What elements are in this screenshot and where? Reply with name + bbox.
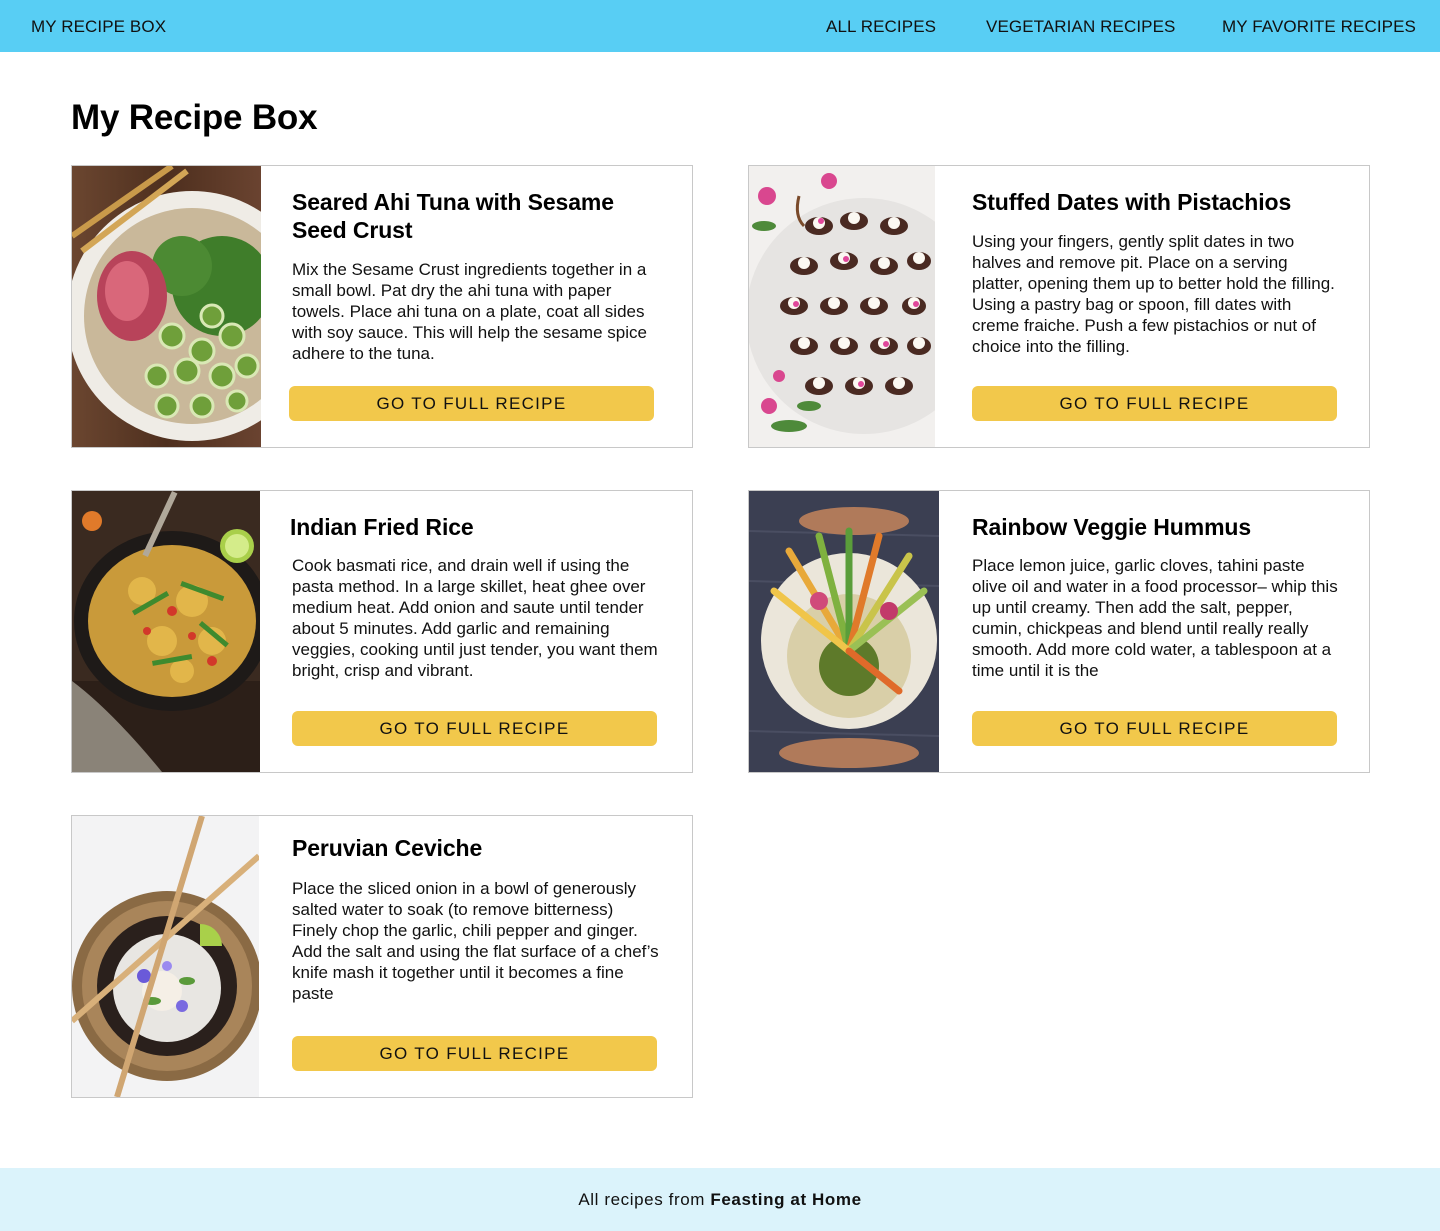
footer-prefix-text: All recipes from [578, 1190, 711, 1209]
recipe-card: Peruvian Ceviche Place the sliced onion … [71, 815, 693, 1098]
recipe-image-peruvian-ceviche [72, 816, 259, 1097]
recipe-card: Rainbow Veggie Hummus Place lemon juice,… [748, 490, 1370, 773]
top-navbar: MY RECIPE BOX ALL RECIPES VEGETARIAN REC… [0, 0, 1440, 52]
recipe-card: Indian Fried Rice Cook basmati rice, and… [71, 490, 693, 773]
recipe-description: Mix the Sesame Crust ingredients togethe… [292, 260, 647, 363]
recipe-card: Seared Ahi Tuna with Sesame Seed Crust M… [71, 165, 693, 448]
recipe-card: Stuffed Dates with Pistachios Using your… [748, 165, 1370, 448]
page-title: My Recipe Box [71, 98, 318, 137]
nav-link-vegetarian-recipes[interactable]: VEGETARIAN RECIPES [986, 0, 1175, 52]
footer-source-link[interactable]: Feasting at Home [710, 1190, 861, 1209]
recipe-image-stuffed-dates [749, 166, 935, 447]
go-to-full-recipe-button[interactable]: GO TO FULL RECIPE [289, 386, 654, 421]
nav-link-my-favorite-recipes[interactable]: MY FAVORITE RECIPES [1222, 0, 1416, 52]
go-to-full-recipe-button[interactable]: GO TO FULL RECIPE [292, 1036, 657, 1071]
recipe-image-ahi-tuna [72, 166, 261, 447]
recipe-description: Using your fingers, gently split dates i… [972, 232, 1335, 356]
recipe-image-rainbow-veggie-hummus [749, 491, 939, 772]
recipe-description: Place lemon juice, garlic cloves, tahini… [972, 556, 1338, 680]
footer: All recipes from Feasting at Home [0, 1168, 1440, 1231]
nav-link-all-recipes[interactable]: ALL RECIPES [826, 0, 936, 52]
recipe-title: Seared Ahi Tuna with Sesame Seed Crust [292, 189, 614, 243]
go-to-full-recipe-button[interactable]: GO TO FULL RECIPE [972, 711, 1337, 746]
recipe-title: Peruvian Ceviche [292, 835, 483, 861]
recipe-image-indian-fried-rice [72, 491, 260, 772]
recipe-title: Indian Fried Rice [290, 514, 474, 540]
recipe-title: Rainbow Veggie Hummus [972, 514, 1252, 540]
go-to-full-recipe-button[interactable]: GO TO FULL RECIPE [292, 711, 657, 746]
recipe-title: Stuffed Dates with Pistachios [972, 189, 1292, 215]
brand-link[interactable]: MY RECIPE BOX [31, 0, 166, 52]
recipe-description: Cook basmati rice, and drain well if usi… [292, 556, 658, 680]
go-to-full-recipe-button[interactable]: GO TO FULL RECIPE [972, 386, 1337, 421]
recipe-description: Place the sliced onion in a bowl of gene… [292, 879, 659, 1003]
